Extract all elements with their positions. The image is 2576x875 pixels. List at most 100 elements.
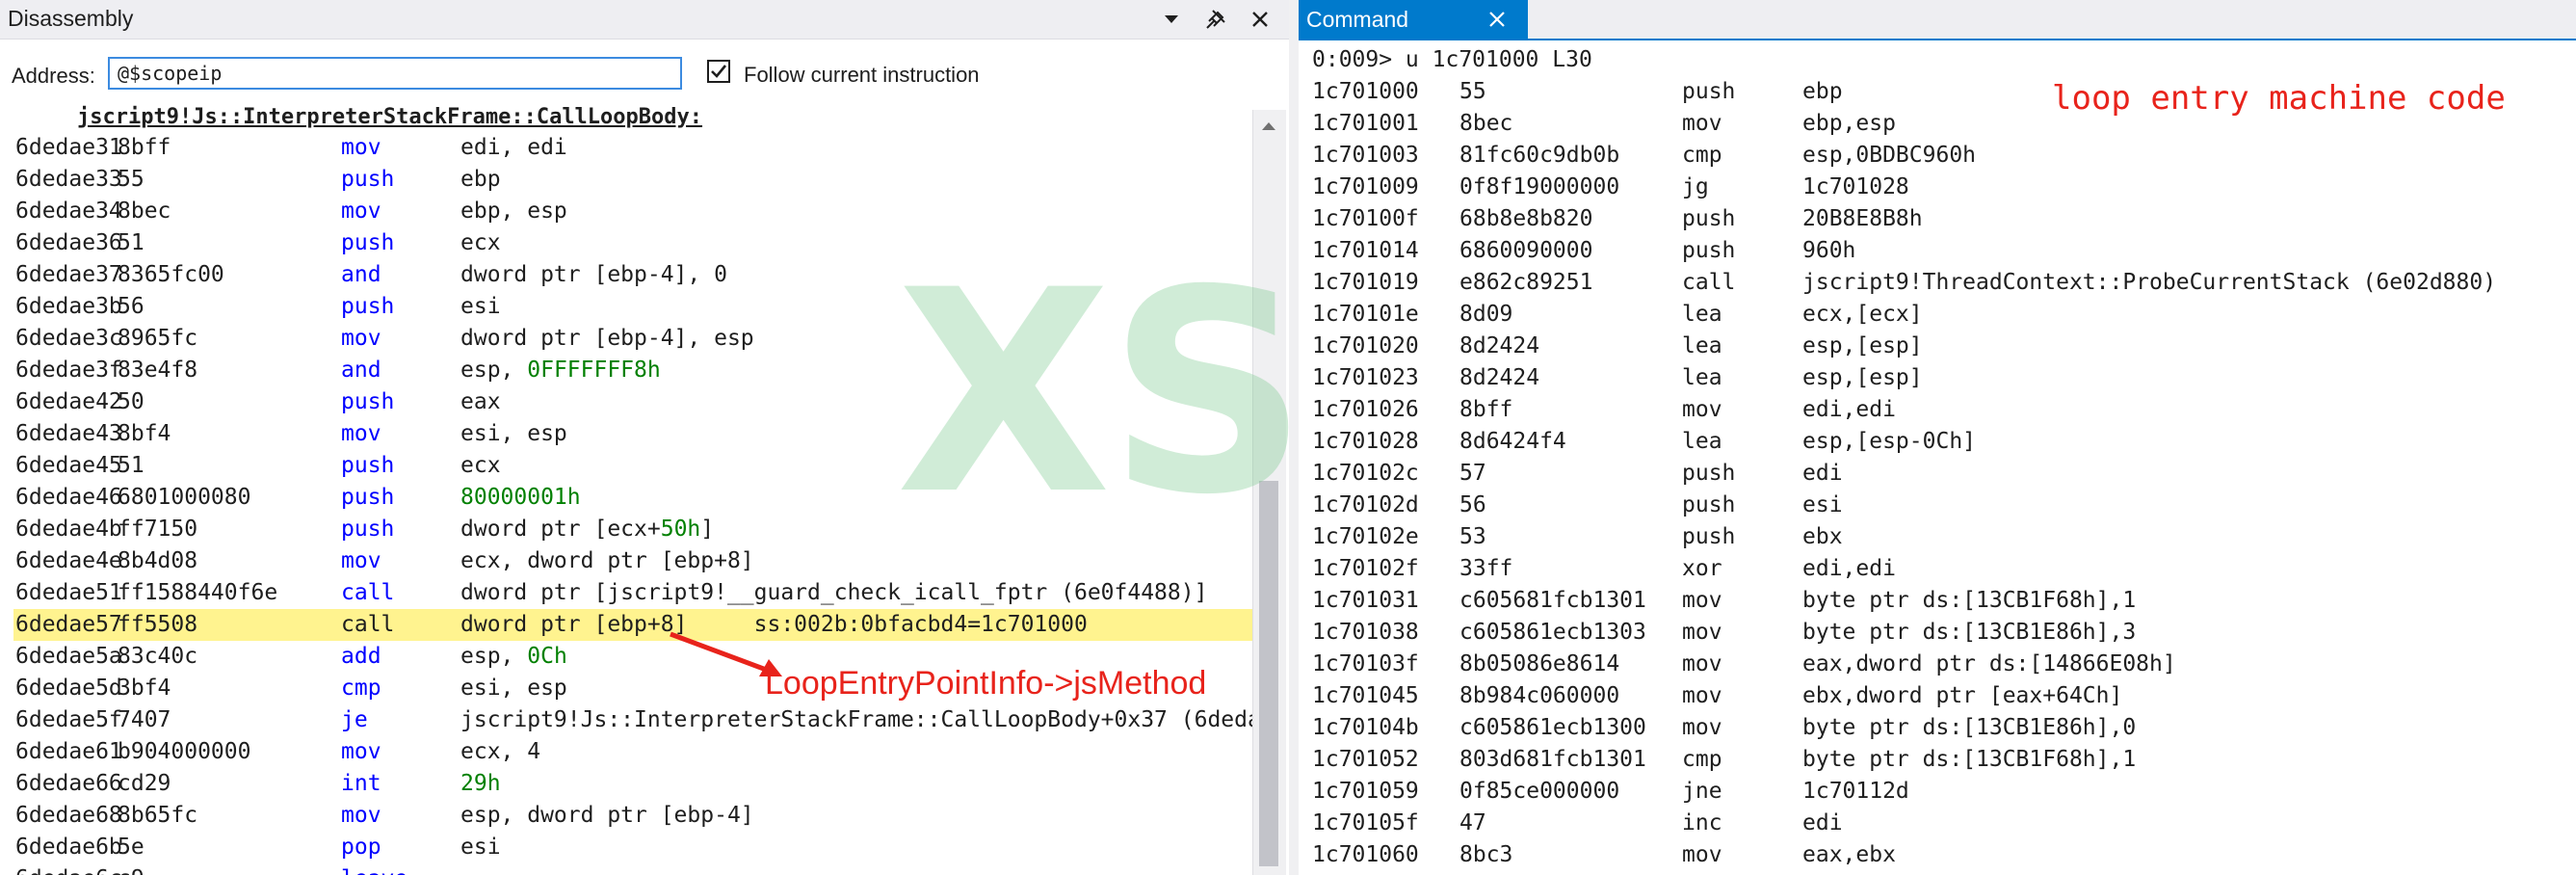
instruction-mnemonic: push <box>341 167 395 192</box>
disassembly-row[interactable]: 6dedae3f 83e4f8 and esp, 0FFFFFFF8h <box>10 355 1252 386</box>
instruction-operands: jscript9!Js::InterpreterStackFrame::Call… <box>460 707 1252 732</box>
pane-splitter[interactable] <box>1289 0 1299 875</box>
instruction-bytes: 5e <box>118 835 145 860</box>
current-instruction-row[interactable]: 6dedae57 ff5508 call dword ptr [ebp+8] ss:0… <box>13 609 1252 641</box>
instruction-bytes: 50 <box>118 389 145 414</box>
instruction-bytes: 55 <box>118 167 145 192</box>
instruction-mnemonic: mov <box>341 326 381 351</box>
disassembly-row[interactable]: 6dedae34 8bec mov ebp, esp <box>10 196 1252 227</box>
instruction-operands: dword ptr [ebp-4], esp <box>460 326 754 351</box>
disassembly-row[interactable]: 6dedae4e 8b4d08 mov ecx, dword ptr [ebp+8] <box>10 545 1252 577</box>
instruction-mnemonic: add <box>341 644 381 669</box>
command-output-row: 1c701023 8d2424 lea esp,[esp] <box>1312 362 2576 394</box>
scroll-up-button[interactable] <box>1256 114 1281 139</box>
instruction-bytes: 56 <box>1459 492 1486 517</box>
instruction-operands: 80000001h <box>460 482 581 514</box>
instruction-bytes: 57 <box>1459 461 1486 486</box>
instruction-bytes: 8bc3 <box>1459 842 1513 867</box>
instruction-operands: dword ptr [ebp-4], 0 <box>460 262 727 287</box>
disassembly-window: Disassembly Address: Follow current inst… <box>0 0 1289 875</box>
disassembly-row[interactable]: 6dedae51 ff1588440f6e call dword ptr [jscri… <box>10 577 1252 609</box>
command-output-row: 1c701019 e862c89251 call jscript9!ThreadCon… <box>1312 267 2576 299</box>
instruction-operands: esi <box>1802 492 1843 517</box>
instruction-address: 1c701052 <box>1312 747 1419 772</box>
vertical-scrollbar[interactable] <box>1252 110 1286 875</box>
instruction-address: 6dedae37 <box>15 262 122 287</box>
instruction-bytes: 8bff <box>1459 397 1513 422</box>
instruction-operands: byte ptr ds:[13CB1F68h],1 <box>1802 588 2137 613</box>
instruction-address: 1c701020 <box>1312 333 1419 358</box>
disassembly-row[interactable]: 6dedae37 8365fc00 and dword ptr [ebp-4], 0 <box>10 259 1252 291</box>
instruction-address: 6dedae4e <box>15 548 122 573</box>
instruction-bytes: 8b65fc <box>118 803 198 828</box>
instruction-bytes: 68b8e8b820 <box>1459 206 1593 231</box>
instruction-bytes: e862c89251 <box>1459 270 1593 295</box>
instruction-bytes: 6801000080 <box>118 485 251 510</box>
instruction-bytes: 8bec <box>118 199 171 224</box>
instruction-address: 6dedae45 <box>15 453 122 478</box>
instruction-mnemonic: mov <box>341 739 381 764</box>
instruction-address: 6dedae68 <box>15 803 122 828</box>
instruction-bytes: 8b4d08 <box>118 548 198 573</box>
disassembly-row[interactable]: 6dedae4b ff7150 push dword ptr [ecx+50h] <box>10 514 1252 545</box>
disassembly-row[interactable]: 6dedae31 8bff mov edi, edi <box>10 132 1252 164</box>
instruction-operands: edi,edi <box>1802 397 1896 422</box>
tab-close-button[interactable] <box>1482 4 1512 35</box>
command-output-row: 1c701060 8bc3 mov eax,ebx <box>1312 839 2576 871</box>
tab-command[interactable]: Command <box>1299 0 1528 39</box>
instruction-mnemonic: mov <box>341 548 381 573</box>
instruction-bytes: b904000000 <box>118 739 251 764</box>
close-icon <box>1252 12 1268 27</box>
instruction-address: 1c701062 <box>1312 871 1419 875</box>
disassembly-row[interactable]: 6dedae3b 56 push esi <box>10 291 1252 323</box>
instruction-address: 1c701059 <box>1312 779 1419 804</box>
disassembly-row[interactable]: 6dedae5f 7407 je jscript9!Js::InterpreterSt… <box>10 704 1252 736</box>
instruction-address: 6dedae61 <box>15 739 122 764</box>
disassembly-row[interactable]: 6dedae6b 5e pop esi <box>10 832 1252 863</box>
disassembly-row[interactable]: 6dedae61 b904000000 mov ecx, 4 <box>10 736 1252 768</box>
instruction-mnemonic: mov <box>1682 651 1722 676</box>
disassembly-row[interactable]: 6dedae66 cd29 int 29h <box>10 768 1252 800</box>
instruction-operands: ecx,[ecx] <box>1802 302 1923 327</box>
close-button[interactable] <box>1245 4 1275 35</box>
instruction-address: 6dedae34 <box>15 199 122 224</box>
disassembly-row[interactable]: 6dedae46 6801000080 push 80000001h <box>10 482 1252 514</box>
follow-instruction-checkbox[interactable] <box>707 60 730 83</box>
annotation-label: loop entry machine code <box>2052 79 2506 118</box>
instruction-address: 1c701014 <box>1312 238 1419 263</box>
instruction-mnemonic: push <box>1682 524 1736 549</box>
instruction-address: 1c701019 <box>1312 270 1419 295</box>
instruction-address: 6dedae46 <box>15 485 122 510</box>
pin-button[interactable] <box>1200 4 1231 35</box>
instruction-operands: 29h <box>460 768 501 800</box>
scrollbar-thumb[interactable] <box>1259 481 1278 866</box>
instruction-operands: eax <box>460 389 501 414</box>
window-options-dropdown[interactable] <box>1156 4 1187 35</box>
instruction-operands: ebp <box>460 167 501 192</box>
instruction-address: 1c70104b <box>1312 715 1419 740</box>
disassembly-row[interactable]: 6dedae42 50 push eax <box>10 386 1252 418</box>
instruction-address: 1c701009 <box>1312 174 1419 199</box>
instruction-mnemonic: mov <box>1682 620 1722 645</box>
command-output[interactable]: 0:009> u 1c701000 L30 1c701000 55 push ebp 1… <box>1299 42 2576 875</box>
command-output-row: 1c701038 c605861ecb1303 mov byte ptr ds:[13… <box>1312 617 2576 649</box>
instruction-address: 6dedae5f <box>15 707 122 732</box>
disassembly-row[interactable]: 6dedae3c 8965fc mov dword ptr [ebp-4], esp <box>10 323 1252 355</box>
disassembly-listing[interactable]: jscript9!Js::InterpreterStackFrame::Call… <box>0 102 1252 875</box>
instruction-mnemonic: push <box>341 230 395 255</box>
disassembly-row[interactable]: 6dedae43 8bf4 mov esi, esp <box>10 418 1252 450</box>
disassembly-row[interactable]: 6dedae33 55 push ebp <box>10 164 1252 196</box>
disassembly-row[interactable]: 6dedae6cc9 leave <box>10 863 1252 875</box>
disassembly-row[interactable]: 6dedae45 51 push ecx <box>10 450 1252 482</box>
instruction-mnemonic: mov <box>1682 397 1722 422</box>
instruction-mnemonic: lea <box>1682 429 1722 454</box>
disassembly-row[interactable]: 6dedae68 8b65fc mov esp, dword ptr [ebp-4] <box>10 800 1252 832</box>
close-icon <box>1489 12 1505 27</box>
command-output-row: 1c70101e 8d09 lea ecx,[ecx] <box>1312 299 2576 331</box>
instruction-address: 6dedae33 <box>15 167 122 192</box>
instruction-bytes: ff7150 <box>118 517 198 542</box>
instruction-operands: eax,ebx <box>1802 842 1896 867</box>
disassembly-row[interactable]: 6dedae36 51 push ecx <box>10 227 1252 259</box>
instruction-bytes: 83c40c <box>118 644 198 669</box>
address-input[interactable] <box>108 57 682 90</box>
